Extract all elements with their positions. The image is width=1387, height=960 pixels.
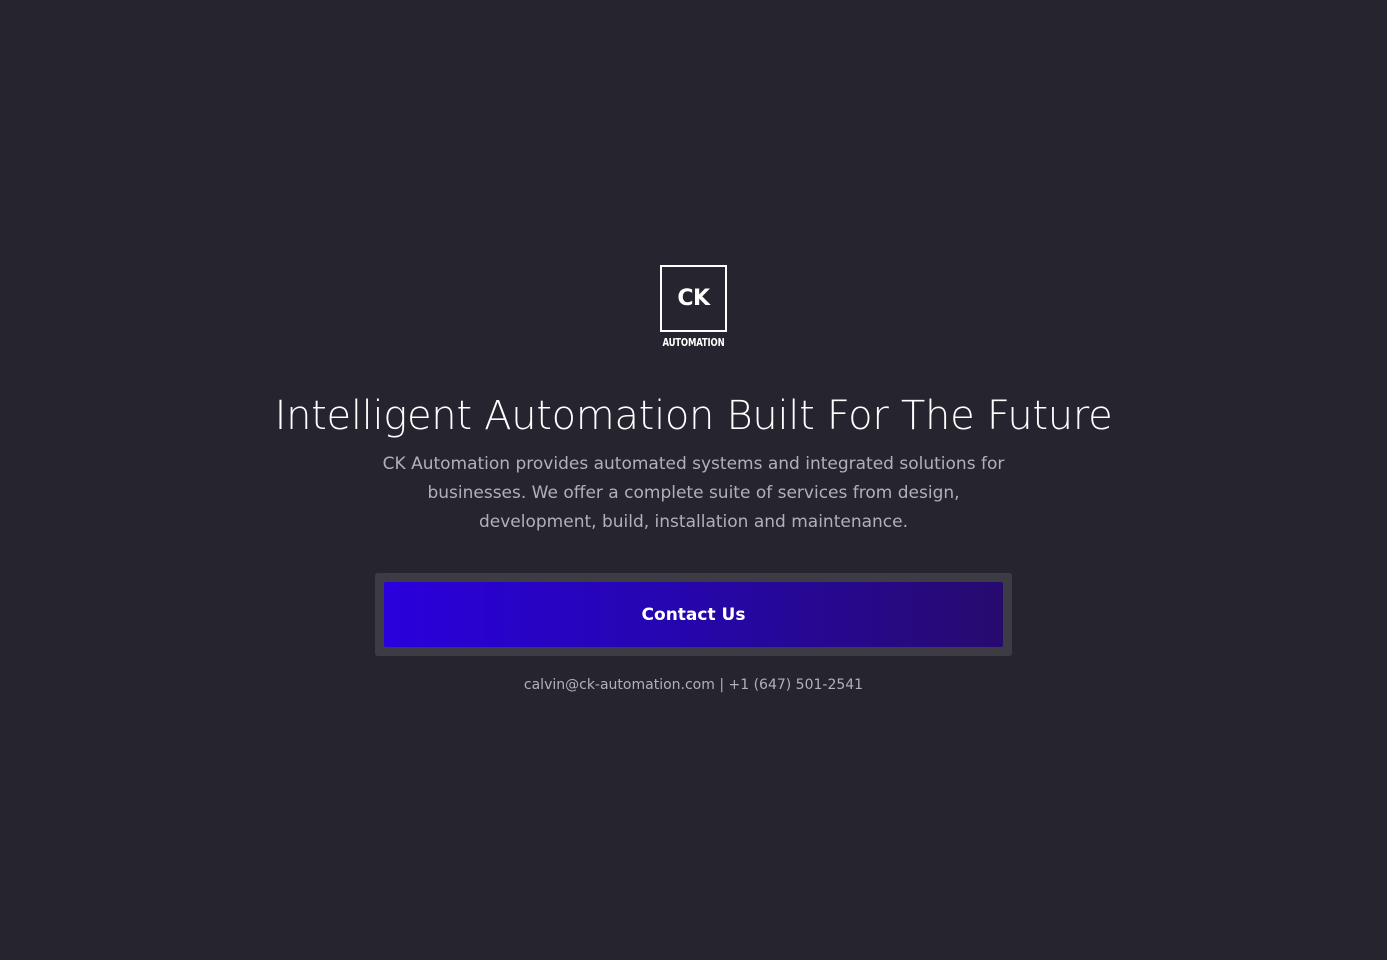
landing-page: CK AUTOMATION Intelligent Automation Bui…	[0, 0, 1387, 960]
hero-description: CK Automation provides automated systems…	[382, 454, 1005, 532]
contact-button-frame: Contact Us	[375, 573, 1012, 656]
contact-us-button[interactable]: Contact Us	[384, 582, 1003, 647]
contact-info: calvin@ck-automation.com | +1 (647) 501-…	[0, 675, 1387, 695]
contact-separator: |	[719, 677, 725, 693]
email-link[interactable]: calvin@ck-automation.com	[524, 677, 715, 693]
logo-box: CK	[660, 265, 727, 332]
logo-mark: CK	[677, 285, 710, 311]
ck-automation-logo: CK AUTOMATION	[660, 265, 727, 349]
phone-link[interactable]: +1 (647) 501-2541	[729, 677, 864, 693]
hero-headline: Intelligent Automation Built For The Fut…	[274, 393, 1113, 439]
logo-wordmark: AUTOMATION	[662, 337, 725, 349]
